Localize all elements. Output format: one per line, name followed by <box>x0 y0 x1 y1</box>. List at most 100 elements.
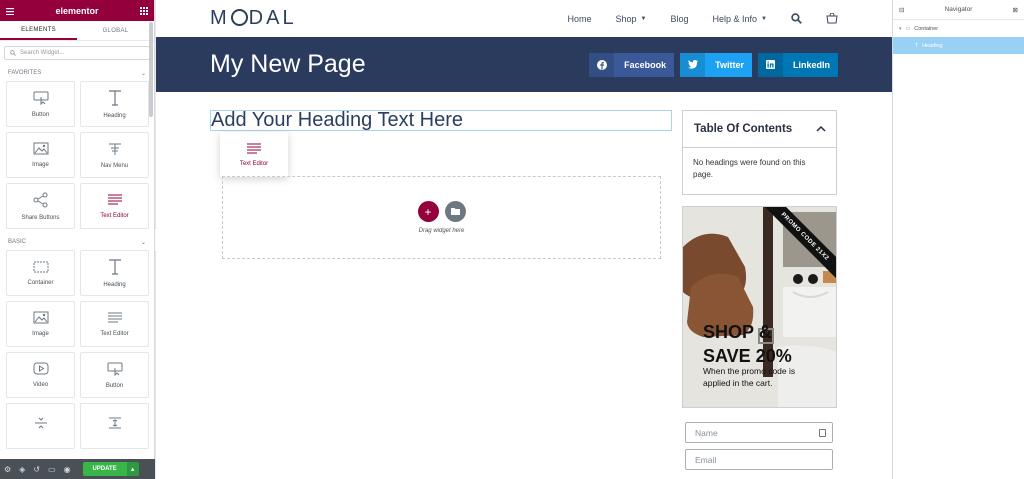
navigator-title: Navigator <box>944 6 973 13</box>
layers-icon[interactable]: ◈ <box>19 465 25 474</box>
responsive-icon[interactable]: ▭ <box>48 465 56 474</box>
widget-text-editor[interactable]: Text Editor <box>80 183 149 229</box>
promo-subtext-line-1: When the promo code is <box>703 366 796 376</box>
chevron-up-icon[interactable] <box>816 126 826 132</box>
settings-icon[interactable]: ⚙ <box>4 465 11 474</box>
nav-home[interactable]: Home <box>568 14 592 24</box>
text-editor-icon <box>107 312 122 322</box>
widget-label: Nav Menu <box>100 162 129 169</box>
preview-eye-icon[interactable]: ◉ <box>64 465 71 474</box>
nav-menu-icon <box>108 143 121 155</box>
twitter-share-button[interactable]: Twitter <box>680 52 752 77</box>
widget-button-basic[interactable]: Button <box>80 352 149 398</box>
widget-divider[interactable] <box>6 403 75 449</box>
widget-video[interactable]: Video <box>6 352 75 398</box>
page-title-bar: My New Page Facebook Twitter LinkedIn <box>156 37 892 92</box>
collapse-all-icon[interactable]: ⊟ <box>899 6 904 14</box>
hamburger-icon[interactable] <box>6 2 14 20</box>
template-library-button[interactable] <box>444 201 466 222</box>
widget-label: Heading <box>103 112 126 119</box>
toc-header[interactable]: Table Of Contents <box>683 111 836 148</box>
widget-heading[interactable]: Heading <box>80 81 149 127</box>
heading-icon <box>108 89 121 106</box>
widget-label: Button <box>105 382 124 389</box>
widget-label: Share Buttons <box>21 214 60 221</box>
navigator-heading-label: Heading <box>922 42 943 49</box>
add-section-button[interactable]: + <box>417 201 439 222</box>
widget-text-editor-basic[interactable]: Text Editor <box>80 301 149 347</box>
cart-icon[interactable] <box>826 13 838 24</box>
widget-label: Text Editor <box>100 212 129 219</box>
navigator-item-heading[interactable]: T Heading <box>893 37 1024 54</box>
update-options-button[interactable]: ▴ <box>126 462 139 476</box>
widget-container[interactable]: Container <box>6 250 75 296</box>
close-icon[interactable]: ⊠ <box>1013 6 1018 14</box>
button-icon <box>107 362 122 376</box>
spacer-icon <box>108 417 121 428</box>
promo-subtext-line-2: applied in the cart. <box>703 378 773 388</box>
logo-ring-icon <box>230 9 248 26</box>
container-icon: ▭ <box>905 25 911 32</box>
grid-icon[interactable] <box>139 2 148 20</box>
dragged-widget-label: Text Editor <box>239 160 269 167</box>
facebook-label: Facebook <box>624 59 667 70</box>
navigator-header[interactable]: ⊟ Navigator ⊠ <box>893 0 1024 20</box>
tab-global[interactable]: GLOBAL <box>77 21 154 40</box>
widget-label: Image <box>32 331 49 337</box>
widget-search-input[interactable]: Search Widget... <box>4 46 150 60</box>
history-icon[interactable]: ↺ <box>33 465 40 474</box>
nav-help[interactable]: Help & Info ▼ <box>713 14 767 24</box>
search-icon[interactable] <box>791 13 802 24</box>
caret-down-icon[interactable]: ▾ <box>899 26 902 32</box>
widget-share-buttons[interactable]: Share Buttons <box>6 183 75 229</box>
favorites-section-header[interactable]: FAVORITES ⌄ <box>0 65 154 81</box>
widget-image[interactable]: Image <box>6 132 75 178</box>
promo-banner[interactable]: PROMO CODE 21X2 SHOP & SAVE 20% When the… <box>682 206 837 408</box>
twitter-icon <box>680 52 706 77</box>
text-editor-icon <box>247 143 261 153</box>
widget-image-basic[interactable]: Image <box>6 301 75 347</box>
nav-help-label: Help & Info <box>712 13 758 24</box>
basic-section-header[interactable]: BASIC ⌄ <box>0 234 154 250</box>
email-input[interactable]: Email <box>685 449 833 470</box>
search-placeholder: Search Widget... <box>20 50 65 56</box>
widget-label: Button <box>31 111 50 118</box>
widget-label: Container <box>27 279 54 286</box>
promo-headline-line-1: SHOP & <box>703 322 772 342</box>
update-button[interactable]: UPDATE <box>82 462 127 476</box>
promo-headline: SHOP & SAVE 20% <box>703 320 792 368</box>
drop-zone-hint: Drag widget here <box>418 228 465 234</box>
drop-zone-buttons: + <box>417 201 466 222</box>
navigator-item-container[interactable]: ▾ ▭ Container <box>893 20 1024 37</box>
email-placeholder: Email <box>695 454 717 465</box>
widget-heading-basic[interactable]: Heading <box>80 250 149 296</box>
widgets-panel: elementor ELEMENTS GLOBAL Search Widget.… <box>0 0 155 479</box>
heading-widget[interactable]: Add Your Heading Text Here <box>210 110 672 131</box>
facebook-share-button[interactable]: Facebook <box>589 52 675 77</box>
widget-label: Video <box>32 382 49 388</box>
dragged-widget-text-editor[interactable]: Text Editor <box>220 132 288 177</box>
drop-zone[interactable]: + Drag widget here <box>222 176 661 259</box>
nav-shop[interactable]: Shop ▼ <box>616 14 647 24</box>
linkedin-share-button[interactable]: LinkedIn <box>757 52 838 77</box>
name-placeholder: Name <box>695 427 718 438</box>
widget-nav-menu[interactable]: Nav Menu <box>80 132 149 178</box>
panel-scrollbar[interactable] <box>149 22 153 117</box>
logo-text-right: DAL <box>248 7 297 29</box>
toc-title: Table Of Contents <box>694 123 793 135</box>
tab-elements[interactable]: ELEMENTS <box>0 21 77 40</box>
twitter-label: Twitter <box>715 59 744 70</box>
nav-blog[interactable]: Blog <box>671 14 689 24</box>
page-canvas: M DAL Home Shop ▼ Blog Help & Info ▼ My New… <box>156 0 892 479</box>
nav-shop-label: Shop <box>615 13 637 24</box>
widget-spacer[interactable] <box>80 403 149 449</box>
table-of-contents-widget: Table Of Contents No headings were found… <box>682 110 837 195</box>
heading-icon: T <box>915 42 919 49</box>
navigator-container-label: Container <box>914 25 939 32</box>
basic-grid: Container Heading Image Text Editor Vide… <box>0 250 154 454</box>
widget-label: Text Editor <box>100 330 129 337</box>
text-editor-icon <box>107 194 122 204</box>
widget-button[interactable]: Button <box>6 81 75 127</box>
site-logo[interactable]: M DAL <box>210 7 297 30</box>
name-input[interactable]: Name <box>685 422 833 443</box>
